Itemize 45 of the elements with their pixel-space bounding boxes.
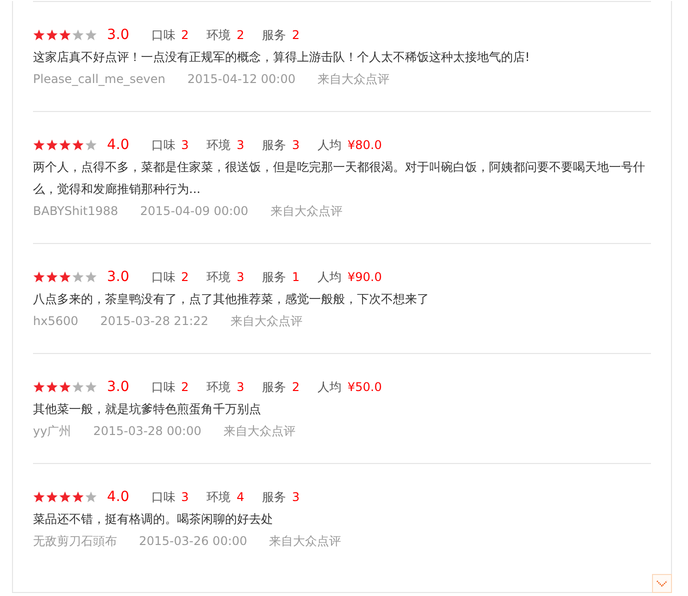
sub-rating: 口味 3 (151, 136, 189, 154)
review-source: 来自大众点评 (269, 533, 342, 550)
review-text: 这家店真不好点评！一点没有正规军的概念，算得上游击队！个人太不稀饭这种太接地气的店! (33, 49, 531, 66)
score-value: 4.0 (107, 489, 130, 505)
average-price: 人均 ¥80.0 (318, 136, 382, 154)
sub-rating: 环境 3 (206, 268, 244, 286)
sub-rating: 口味 2 (151, 268, 189, 286)
user-name: yy广州 (33, 423, 72, 440)
sub-rating: 环境 3 (206, 136, 244, 154)
user-name: hx5600 (33, 313, 78, 330)
review-text: 其他菜一般，就是坑爹特色煎蛋角千万别点 (33, 401, 262, 418)
review-source: 来自大众点评 (270, 203, 342, 220)
review-time: 2015-03-28 21:22 (100, 313, 208, 330)
sub-rating: 口味 3 (151, 488, 189, 506)
review-source: 来自大众点评 (230, 313, 302, 330)
sub-rating: 服务 3 (262, 136, 300, 154)
sub-rating: 环境 3 (206, 378, 244, 396)
review-time: 2015-04-09 00:00 (140, 203, 248, 220)
sub-rating: 服务 2 (262, 378, 300, 396)
review-source: 来自大众点评 (223, 423, 296, 440)
review-text: 菜品还不错，挺有格调的。喝茶闲聊的好去处 (33, 511, 274, 528)
review-text: 两个人，点得不多，菜都是住家菜，很送饭，但是吃完那一天都很渴。对于叫碗白饭，阿姨都问要不要喝天地一号什么，觉得和发廊推销那种行为... (33, 159, 646, 198)
sub-rating: 口味 2 (151, 26, 189, 44)
scroll-down-button[interactable] (652, 574, 672, 593)
review-time: 2015-03-26 00:00 (139, 533, 248, 550)
average-price: 人均 ¥90.0 (318, 268, 382, 286)
review-text: 八点多来的，茶皇鸭没有了，点了其他推荐菜，感觉一般般，下次不想来了 (33, 291, 430, 308)
review-time: 2015-03-28 00:00 (93, 423, 202, 440)
chevron-down-icon (656, 580, 668, 588)
score-value: 3.0 (107, 379, 130, 395)
sub-rating: 服务 2 (262, 26, 300, 44)
score-value: 3.0 (107, 269, 130, 285)
review-time: 2015-04-12 00:00 (187, 71, 296, 88)
user-name: Please_call_me_seven (33, 71, 166, 88)
sub-rating: 服务 1 (262, 268, 300, 286)
score-value: 3.0 (107, 27, 130, 43)
user-name: BABYShit1988 (33, 203, 118, 220)
sub-rating: 环境 2 (206, 26, 244, 44)
user-name: 无敌剪刀石頭布 (33, 533, 117, 550)
sub-rating: 服务 3 (262, 488, 300, 506)
sub-rating: 环境 4 (206, 488, 244, 506)
review-source: 来自大众点评 (318, 71, 390, 88)
average-price: 人均 ¥50.0 (318, 378, 382, 396)
sub-rating: 口味 2 (151, 378, 189, 396)
score-value: 4.0 (107, 137, 130, 153)
